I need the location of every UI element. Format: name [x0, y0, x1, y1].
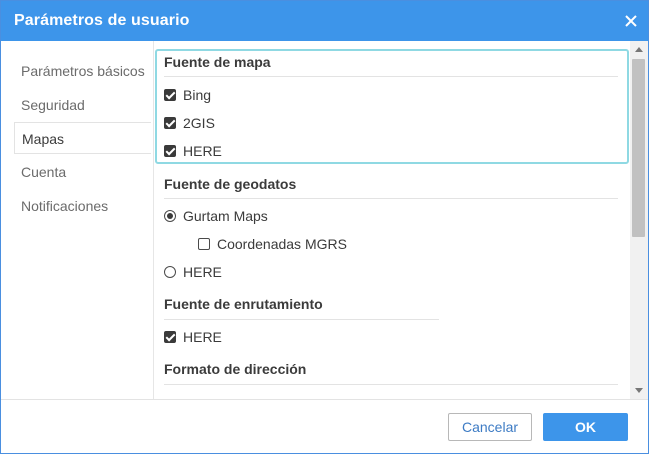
routing-source-divider	[164, 319, 439, 320]
map-source-here-label: HERE	[183, 143, 222, 159]
geodata-source-title: Fuente de geodatos	[164, 176, 297, 192]
content-scrollbar[interactable]	[630, 41, 648, 399]
radio-selected-icon	[164, 210, 176, 222]
dialog-footer: Cancelar OK	[1, 399, 648, 453]
sidebar-item-security[interactable]: Seguridad	[14, 89, 151, 121]
map-source-2gis-checkbox[interactable]: 2GIS	[164, 114, 215, 132]
sidebar-item-account[interactable]: Cuenta	[14, 156, 151, 188]
map-source-bing-label: Bing	[183, 87, 212, 103]
geodata-source-divider	[164, 198, 618, 199]
routing-here-checkbox[interactable]: HERE	[164, 328, 222, 346]
dialog-titlebar: Parámetros de usuario	[1, 1, 648, 41]
geodata-here-label: HERE	[183, 264, 222, 280]
geodata-gurtam-radio[interactable]: Gurtam Maps	[164, 207, 268, 225]
map-source-divider	[164, 76, 618, 77]
cancel-button[interactable]: Cancelar	[448, 413, 532, 441]
dialog-title: Parámetros de usuario	[14, 12, 190, 29]
radio-unselected-icon	[164, 266, 176, 278]
geodata-gurtam-label: Gurtam Maps	[183, 208, 268, 224]
checkbox-checked-icon	[164, 145, 176, 157]
map-source-bing-checkbox[interactable]: Bing	[164, 86, 211, 104]
close-icon[interactable]	[623, 13, 639, 29]
sidebar-item-maps[interactable]: Mapas	[14, 122, 151, 154]
routing-source-title: Fuente de enrutamiento	[164, 296, 323, 312]
address-format-title: Formato de dirección	[164, 361, 307, 377]
checkbox-checked-icon	[164, 117, 176, 129]
scroll-up-arrow-icon[interactable]	[635, 47, 643, 52]
routing-here-label: HERE	[183, 329, 222, 345]
settings-sidebar: Parámetros básicos Seguridad Mapas Cuent…	[1, 41, 153, 399]
address-format-divider	[164, 384, 618, 385]
geodata-here-radio[interactable]: HERE	[164, 263, 222, 281]
checkbox-unchecked-icon	[198, 238, 210, 250]
map-source-title: Fuente de mapa	[164, 54, 271, 70]
geodata-mgrs-checkbox[interactable]: Coordenadas MGRS	[198, 235, 347, 253]
geodata-mgrs-label: Coordenadas MGRS	[217, 236, 347, 252]
user-settings-dialog: Parámetros de usuario Parámetros básicos…	[0, 0, 649, 454]
scroll-down-arrow-icon[interactable]	[635, 388, 643, 393]
settings-content: Fuente de mapa Bing 2GIS HERE Fuente de …	[153, 41, 630, 399]
sidebar-item-notifications[interactable]: Notificaciones	[14, 190, 151, 222]
scrollbar-thumb[interactable]	[632, 59, 645, 237]
map-source-here-checkbox[interactable]: HERE	[164, 142, 222, 160]
checkbox-checked-icon	[164, 331, 176, 343]
checkbox-checked-icon	[164, 89, 176, 101]
ok-button[interactable]: OK	[543, 413, 628, 441]
map-source-2gis-label: 2GIS	[183, 115, 215, 131]
sidebar-item-basic-params[interactable]: Parámetros básicos	[14, 55, 151, 87]
